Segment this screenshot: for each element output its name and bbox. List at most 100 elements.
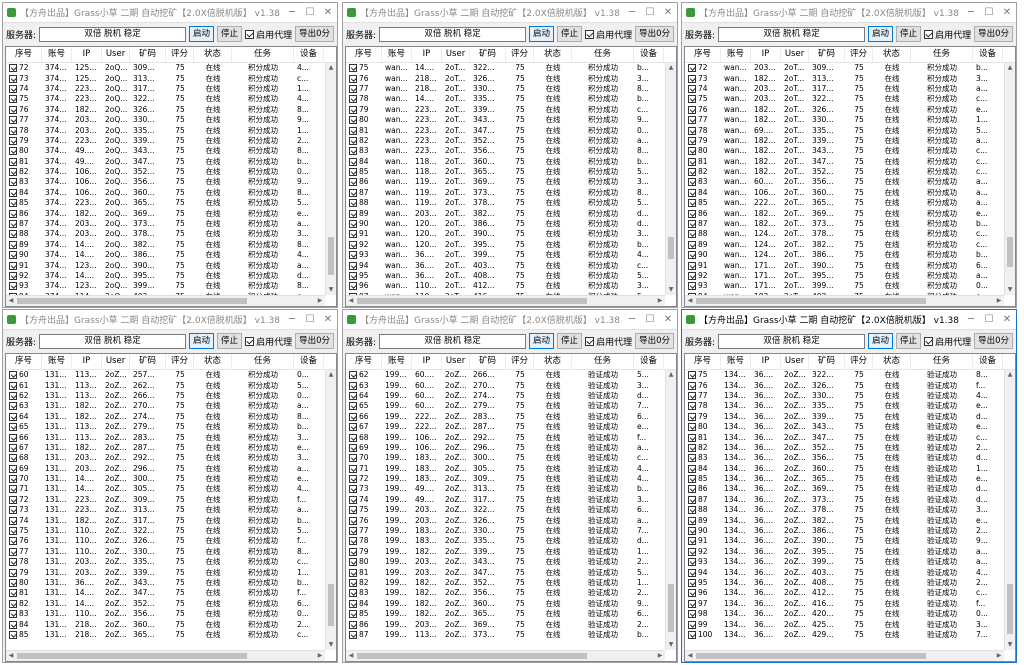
table-row[interactable]: 98 134... 36.... 2oZ... 420... 75 在线 验证成功 0... (685, 609, 1015, 619)
table-row[interactable]: 76 374... 182... 2oQ... 326... 75 在线 积分成功 8... (6, 105, 336, 115)
table-row[interactable]: 90 374... 14.... 2oQ... 386... 75 在线 积分成功 4... (6, 250, 336, 260)
checkbox-checked-icon[interactable] (924, 336, 934, 346)
row-checkbox-checked-icon[interactable] (9, 495, 17, 504)
scroll-thumb[interactable] (668, 584, 674, 632)
table-row[interactable]: 76 131... 110... 2oZ... 326... 75 在线 积分成功 f... (6, 536, 336, 546)
row-index-cell[interactable]: 84 (6, 620, 42, 630)
column-header[interactable]: 状态 (873, 354, 911, 369)
row-checkbox-checked-icon[interactable] (349, 527, 357, 536)
row-index-cell[interactable]: 70 (6, 474, 42, 484)
table-row[interactable]: 82 134... 36.... 2oZ... 352... 75 在线 验证成功 2... (685, 443, 1015, 453)
table-row[interactable]: 75 134... 36.... 2oZ... 322... 75 在线 验证成功 8... (685, 370, 1015, 380)
row-checkbox-checked-icon[interactable] (349, 84, 357, 93)
scroll-right-icon[interactable]: ▶ (655, 651, 665, 661)
row-index-cell[interactable]: 75 (6, 94, 42, 104)
row-checkbox-checked-icon[interactable] (349, 579, 357, 587)
row-checkbox-checked-icon[interactable] (349, 454, 357, 463)
row-index-cell[interactable]: 65 (6, 422, 42, 432)
table-row[interactable]: 80 199... 203... 2oZ... 343... 75 在线 验证成功 2... (346, 557, 676, 567)
row-index-cell[interactable]: 66 (346, 412, 382, 422)
row-checkbox-checked-icon[interactable] (688, 84, 696, 93)
table-row[interactable]: 67 131... 182... 2oZ... 287... 75 在线 积分成功 e... (6, 443, 336, 453)
column-header[interactable]: 矿码 (130, 354, 166, 369)
table-row[interactable]: 85 wan... 222... 2oT... 365... 75 在线 积分成功 a... (685, 198, 1015, 208)
row-index-cell[interactable]: 85 (6, 198, 42, 208)
table-row[interactable]: 80 134... 36.... 2oZ... 343... 75 在线 验证成功 e... (685, 422, 1015, 432)
row-checkbox-checked-icon[interactable] (349, 157, 357, 166)
column-header[interactable]: 账号 (382, 354, 412, 369)
row-checkbox-checked-icon[interactable] (9, 230, 17, 239)
row-checkbox-checked-icon[interactable] (688, 558, 696, 567)
row-checkbox-checked-icon[interactable] (688, 272, 696, 280)
row-checkbox-checked-icon[interactable] (9, 178, 17, 187)
table-row[interactable]: 77 131... 110... 2oZ... 330... 75 在线 积分成功 8... (6, 547, 336, 557)
row-index-cell[interactable]: 89 (685, 240, 721, 250)
table-row[interactable]: 64 199... 60.... 2oZ... 274... 75 在线 验证成功 d... (346, 391, 676, 401)
table-row[interactable]: 78 wan... 14.... 2oT... 335... 75 在线 积分成功 b... (346, 94, 676, 104)
scroll-up-icon[interactable]: ▲ (326, 370, 336, 380)
title-bar[interactable]: 【方舟出品】Grass小草 二期 自动挖矿【2.0X倍脱机版】 v1.38 ─ … (343, 3, 677, 23)
column-header[interactable]: 账号 (382, 47, 412, 62)
column-header[interactable]: 任务 (232, 354, 294, 369)
table-row[interactable]: 79 374... 223... 2oQ... 339... 75 在线 积分成功 2... (6, 136, 336, 146)
table-row[interactable]: 78 wan... 69.... 2oT... 335... 75 在线 积分成功 5... (685, 125, 1015, 135)
row-index-cell[interactable]: 79 (685, 136, 721, 146)
proxy-checkbox[interactable]: 启用代理 (924, 335, 971, 348)
row-checkbox-checked-icon[interactable] (349, 443, 357, 452)
row-checkbox-checked-icon[interactable] (688, 454, 696, 463)
row-checkbox-checked-icon[interactable] (688, 199, 696, 208)
table-row[interactable]: 81 131... 14.... 2oZ... 347... 75 在线 积分成功 f... (6, 588, 336, 598)
row-checkbox-checked-icon[interactable] (688, 220, 696, 229)
row-index-cell[interactable]: 82 (346, 136, 382, 146)
scroll-left-icon[interactable]: ◀ (6, 651, 16, 661)
row-checkbox-checked-icon[interactable] (688, 105, 696, 114)
scroll-left-icon[interactable]: ◀ (6, 296, 16, 306)
export-button[interactable]: 导出0分 (295, 333, 334, 349)
scroll-thumb[interactable] (668, 237, 674, 259)
row-index-cell[interactable]: 89 (346, 209, 382, 219)
row-index-cell[interactable]: 84 (346, 157, 382, 167)
table-row[interactable]: 81 199... 203... 2oZ... 347... 75 在线 验证成功 5... (346, 567, 676, 577)
row-index-cell[interactable]: 83 (685, 177, 721, 187)
table-row[interactable]: 88 374... 203... 2oQ... 378... 75 在线 积分成功 3... (6, 229, 336, 239)
row-checkbox-checked-icon[interactable] (9, 74, 17, 83)
row-index-cell[interactable]: 91 (685, 536, 721, 546)
table-row[interactable]: 84 374... 106... 2oQ... 360... 75 在线 积分成功 8... (6, 188, 336, 198)
minimize-icon[interactable]: ─ (623, 7, 641, 18)
table-row[interactable]: 92 134... 36.... 2oZ... 395... 75 在线 验证成功 a... (685, 547, 1015, 557)
table-row[interactable]: 70 199... 183... 2oZ... 300... 75 在线 验证成功 c... (346, 453, 676, 463)
horizontal-scrollbar[interactable]: ◀ ▶ (685, 295, 1004, 306)
proxy-checkbox[interactable]: 启用代理 (924, 28, 971, 41)
row-checkbox-checked-icon[interactable] (688, 610, 696, 619)
title-bar[interactable]: 【方舟出品】Grass小草 二期 自动挖矿【2.0X倍脱机版】 v1.38 ─ … (682, 310, 1016, 330)
row-index-cell[interactable]: 62 (346, 370, 382, 380)
table-row[interactable]: 89 wan... 203... 2oT... 382... 75 在线 积分成功 d... (346, 208, 676, 218)
table-row[interactable]: 79 131... 203... 2oZ... 339... 75 在线 积分成功 1... (6, 567, 336, 577)
row-index-cell[interactable]: 77 (346, 526, 382, 536)
row-index-cell[interactable]: 83 (346, 146, 382, 156)
row-checkbox-checked-icon[interactable] (688, 547, 696, 556)
row-index-cell[interactable]: 100 (685, 630, 721, 640)
row-checkbox-checked-icon[interactable] (349, 620, 357, 629)
row-index-cell[interactable]: 84 (346, 599, 382, 609)
server-input[interactable]: 双倍 脱机 稳定 (379, 333, 527, 349)
row-index-cell[interactable]: 86 (346, 620, 382, 630)
row-checkbox-checked-icon[interactable] (9, 547, 17, 556)
table-row[interactable]: 82 wan... 182... 2oT... 352... 75 在线 积分成功 c... (685, 167, 1015, 177)
table-row[interactable]: 78 131... 203... 2oZ... 335... 75 在线 积分成功 c... (6, 557, 336, 567)
table-row[interactable]: 86 wan... 119... 2oT... 369... 75 在线 积分成功 3... (346, 177, 676, 187)
row-checkbox-checked-icon[interactable] (349, 230, 357, 239)
row-index-cell[interactable]: 76 (6, 105, 42, 115)
column-header[interactable]: IP (751, 47, 781, 62)
server-input[interactable]: 双倍 脱机 稳定 (379, 26, 527, 42)
horizontal-scrollbar[interactable]: ◀ ▶ (346, 650, 665, 661)
export-button[interactable]: 导出0分 (974, 333, 1013, 349)
table-row[interactable]: 96 wan... 110... 2oT... 412... 75 在线 积分成功 3... (346, 281, 676, 291)
table-row[interactable]: 84 131... 218... 2oZ... 360... 75 在线 积分成功 2... (6, 619, 336, 629)
horizontal-scrollbar[interactable]: ◀ ▶ (685, 650, 1004, 661)
export-button[interactable]: 导出0分 (635, 26, 674, 42)
row-checkbox-checked-icon[interactable] (349, 516, 357, 525)
scroll-thumb-horizontal[interactable] (17, 298, 247, 304)
row-checkbox-checked-icon[interactable] (349, 178, 357, 187)
row-index-cell[interactable]: 85 (685, 198, 721, 208)
